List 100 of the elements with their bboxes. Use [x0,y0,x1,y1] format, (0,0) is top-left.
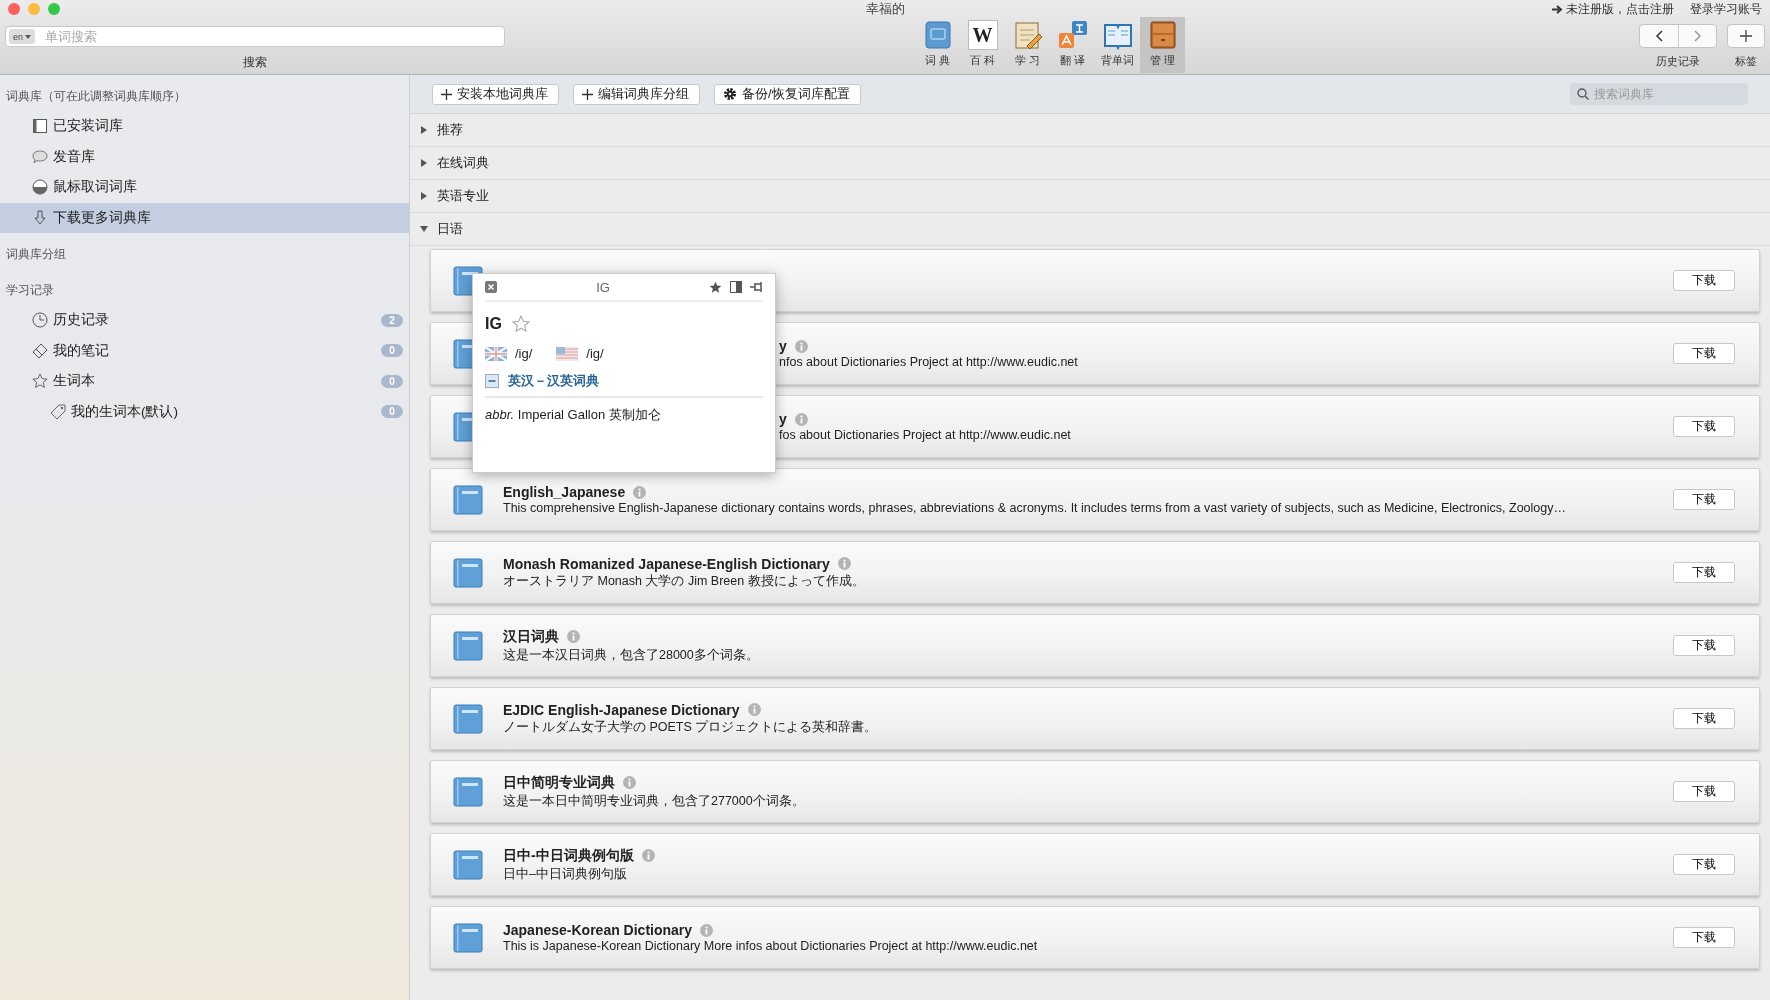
sidebar-item[interactable]: 发音库 [0,141,409,172]
dictionary-description: 日中–中日词典例句版 [503,865,628,883]
book-icon [453,630,483,661]
download-button[interactable]: 下载 [1673,416,1735,437]
download-button[interactable]: 下载 [1673,343,1735,364]
minimize-button[interactable] [28,3,40,15]
dictionary-title: EJDIC English-Japanese Dictionary [503,701,740,718]
download-button[interactable]: 下载 [1673,854,1735,875]
dictionary-title: Monash Romanized Japanese-English Dictionary [503,555,830,572]
settings-icon [723,87,737,101]
flag-icon [556,346,579,361]
book-icon [453,849,483,880]
dictionary-description: nfos about Dictionaries Project at http://www.eudic.net [779,355,1079,369]
info-icon[interactable] [794,412,808,426]
count-badge: 0 [381,344,403,358]
plus-icon [1740,30,1752,42]
download-button[interactable]: 下载 [1673,927,1735,948]
info-icon[interactable] [633,485,647,499]
book-icon [453,411,472,442]
toolbar-tab[interactable]: 学 习 [1005,17,1050,73]
download-button[interactable]: 下载 [1673,708,1735,729]
sidebar-item[interactable]: 下载更多词典库 [0,202,409,233]
toolbar-tab[interactable]: W 百 科 [960,17,1005,73]
register-link[interactable]: 未注册版，点击注册 [1566,0,1674,18]
section-header: 词典库分组 [5,246,67,262]
toolbar-tab[interactable]: 管 理 [1140,17,1185,73]
plus-icon [441,88,452,100]
info-icon[interactable] [623,776,636,789]
split-square-icon [730,281,742,293]
toolbar-tab[interactable]: 翻 译 [1050,17,1095,73]
book-icon [453,922,483,953]
category-label: 推荐 [437,121,463,139]
info-icon[interactable] [837,557,851,570]
category-label: 在线词典 [437,154,489,172]
category-row[interactable]: 在线词典 [410,147,1770,180]
dictionary-book-icon [922,20,953,50]
collapse-icon[interactable] [485,374,499,388]
download-button[interactable]: 下载 [1673,270,1735,291]
sidebar-item[interactable]: 生词本 0 [0,366,409,397]
dictionary-name: 英汉－汉英词典 [508,372,599,390]
sidebar-item[interactable]: 历史记录 2 [0,305,409,336]
category-label: 日语 [437,220,463,238]
arrow-icon [1552,4,1563,14]
download-button[interactable]: 下载 [1673,781,1735,802]
favorite-button[interactable] [709,280,722,294]
download-button[interactable]: 下载 [1673,562,1735,583]
download-button[interactable]: 下载 [1673,635,1735,656]
category-row[interactable]: 英语专业 [410,180,1770,213]
book-icon [32,118,48,135]
toolbar-action-button[interactable]: 安装本地词典库 [432,83,559,105]
word-search-field[interactable]: en 单词搜索 [5,26,505,47]
toolbar-tab[interactable]: 背单词 [1095,17,1140,73]
pie-chart-icon [32,179,48,196]
speech-bubble-icon [32,148,48,165]
translate-icon [1057,20,1088,50]
sidebar-item[interactable]: 鼠标取词词库 [0,172,409,203]
sidebar-item[interactable]: 我的笔记 0 [0,335,409,366]
chevron-left-icon [1655,30,1663,42]
notepad-pencil-icon [1012,20,1043,50]
language-dropdown[interactable]: en [9,29,35,44]
category-row[interactable]: 推荐 [410,114,1770,147]
add-bookmark-button[interactable] [1727,24,1765,48]
dictionary-description: ノートルダム女子大学の POETS プロジェクトによる英和辞書。 [503,718,879,736]
category-row[interactable]: 日语 [410,213,1770,246]
dictionary-title: y [779,338,787,354]
window-title: 幸福的 [865,0,905,18]
count-badge: 0 [381,374,403,388]
cabinet-icon [1147,20,1178,50]
pin-icon [750,281,763,293]
toolbar-action-button[interactable]: 备份/恢复词库配置 [714,83,861,105]
flag-icon [485,346,507,361]
section-header: 学习记录 [5,282,55,298]
info-icon[interactable] [641,849,655,862]
sidebar-item[interactable]: 我的生词本(默认) 0 [0,396,409,427]
info-icon[interactable] [747,703,761,716]
info-icon[interactable] [794,339,808,353]
dictionary-description: fos about Dictionaries Project at http://www.eudic.net [779,428,1072,442]
search-icon [1577,88,1589,100]
pronunciation: /ig/ [586,346,604,361]
login-link[interactable]: 登录学习账号 [1690,0,1762,18]
dictionary-search-field[interactable]: 搜索词典库 [1570,83,1748,105]
sidebar-item[interactable]: 已安装词库 [0,111,409,142]
star-icon[interactable] [511,315,530,333]
zoom-button[interactable] [48,3,60,15]
pin-button[interactable] [750,281,763,293]
info-icon[interactable] [567,630,580,643]
panel-button[interactable] [730,281,742,293]
tag-icon [50,403,66,420]
dictionary-title: 日中-中日词典例句版 [503,846,634,865]
toolbar-action-button[interactable]: 编辑词典库分组 [573,83,700,105]
clock-icon [32,312,48,329]
info-icon[interactable] [700,923,714,937]
toolbar-tab[interactable]: 词 典 [915,17,960,73]
count-badge: 2 [381,313,403,327]
popup-title: IG [595,279,611,295]
download-button[interactable]: 下载 [1673,489,1735,510]
dictionary-description: オーストラリア Monash 大学の Jim Breen 教授によって作成。 [503,572,866,590]
close-button[interactable] [8,3,20,15]
close-button[interactable] [485,281,497,293]
bookmark-label: 标签 [1735,54,1757,69]
